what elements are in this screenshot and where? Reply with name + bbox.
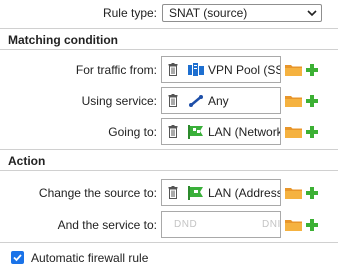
folder-icon[interactable]: [285, 125, 302, 138]
lan-network-icon: [188, 125, 204, 139]
traffic-from-field[interactable]: VPN Pool (SS: [161, 56, 281, 83]
change-source-label: Change the source to:: [38, 186, 157, 200]
action-header: Action: [0, 149, 338, 171]
add-icon[interactable]: [305, 186, 319, 200]
trash-icon[interactable]: [168, 125, 178, 138]
folder-icon[interactable]: [285, 63, 302, 76]
going-to-value: LAN (Network: [208, 125, 281, 139]
auto-firewall-label: Automatic firewall rule: [31, 251, 149, 265]
trash-icon[interactable]: [168, 63, 178, 76]
add-icon[interactable]: [305, 63, 319, 77]
vpn-pool-icon: [188, 63, 204, 77]
lan-address-icon: [188, 186, 204, 200]
trash-icon[interactable]: [168, 94, 178, 107]
service-to-label: And the service to:: [57, 218, 157, 232]
folder-icon[interactable]: [285, 218, 302, 231]
change-source-value: LAN (Address: [208, 186, 281, 200]
using-service-label: Using service:: [81, 94, 157, 108]
service-to-field[interactable]: DND DNI: [161, 211, 281, 238]
folder-icon[interactable]: [285, 94, 302, 107]
service-any-icon: [188, 94, 204, 108]
using-service-field[interactable]: Any: [161, 87, 281, 114]
going-to-label: Going to:: [108, 125, 157, 139]
rule-type-select[interactable]: SNAT (source): [162, 4, 322, 22]
trash-icon[interactable]: [168, 186, 178, 199]
rule-type-value: SNAT (source): [169, 6, 248, 20]
add-icon[interactable]: [305, 125, 319, 139]
change-source-field[interactable]: LAN (Address: [161, 179, 281, 206]
chevron-down-icon: [307, 5, 317, 26]
using-service-value: Any: [208, 94, 229, 108]
dnd-placeholder: DND: [174, 219, 198, 230]
rule-type-label: Rule type:: [102, 6, 157, 20]
going-to-field[interactable]: LAN (Network: [161, 118, 281, 145]
add-icon[interactable]: [305, 94, 319, 108]
dnd-placeholder: DNI: [262, 219, 281, 230]
matching-condition-header: Matching condition: [0, 28, 338, 50]
traffic-from-value: VPN Pool (SS: [208, 63, 281, 77]
folder-icon[interactable]: [285, 186, 302, 199]
divider: [0, 242, 338, 243]
traffic-from-label: For traffic from:: [75, 63, 157, 77]
auto-firewall-checkbox[interactable]: [11, 251, 24, 264]
add-icon[interactable]: [305, 218, 319, 232]
